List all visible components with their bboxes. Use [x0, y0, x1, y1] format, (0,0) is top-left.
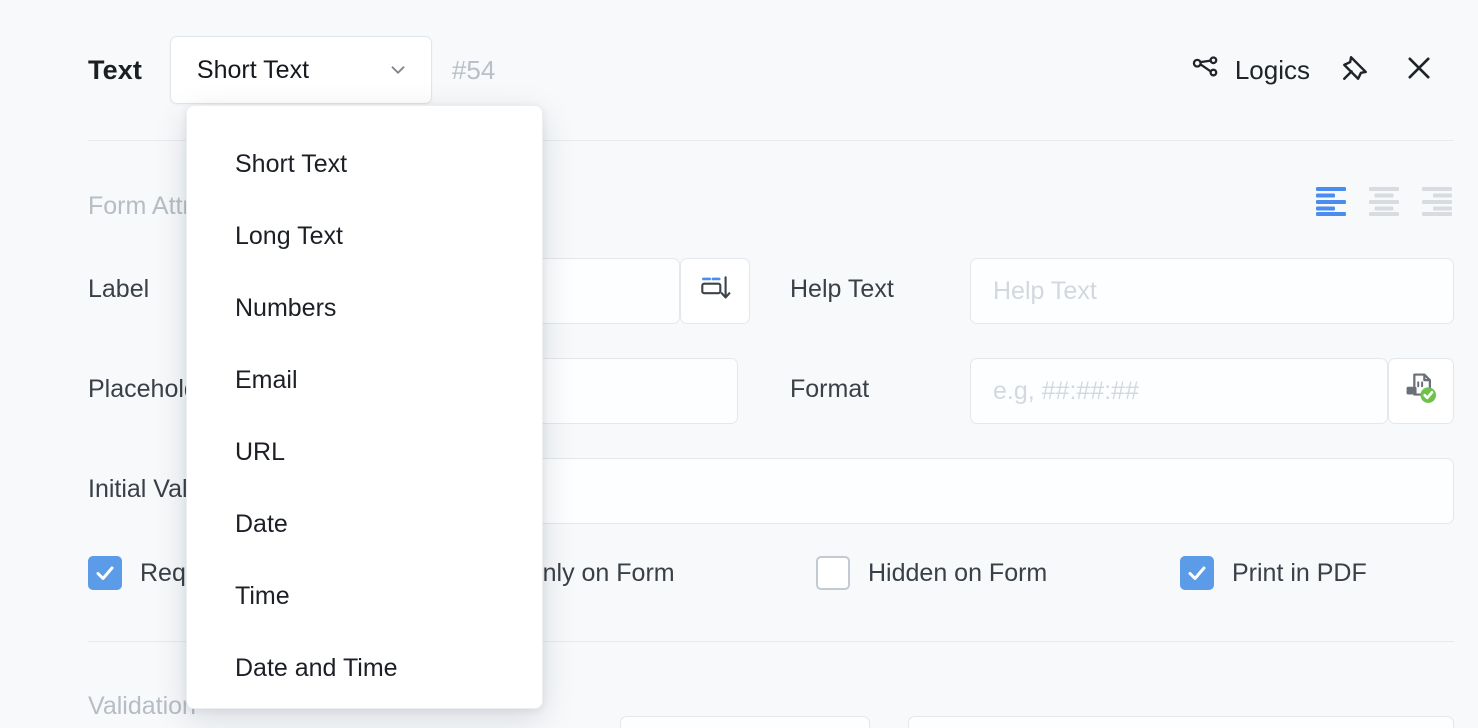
align-center-icon[interactable]: [1368, 186, 1402, 216]
menu-item-long-text[interactable]: Long Text: [187, 200, 542, 272]
validation-title: Validation: [88, 692, 196, 721]
checkbox-hidden-on-form[interactable]: Hidden on Form: [816, 556, 1047, 590]
menu-item-date-and-time[interactable]: Date and Time: [187, 632, 542, 704]
format-input[interactable]: e.g, ##:##:##: [970, 358, 1388, 424]
insert-below-icon: [697, 271, 733, 312]
format-validated-icon: [1401, 369, 1441, 414]
pin-button[interactable]: [1336, 51, 1374, 89]
validation-input-1[interactable]: [620, 716, 870, 728]
checkbox-print-pdf-label: Print in PDF: [1232, 559, 1367, 588]
checkbox-required-box[interactable]: [88, 556, 122, 590]
field-type-menu: Short Text Long Text Numbers Email URL D…: [186, 105, 543, 709]
logics-label: Logics: [1235, 55, 1310, 86]
format-input-placeholder: e.g, ##:##:##: [993, 377, 1139, 406]
align-right-icon[interactable]: [1420, 186, 1454, 216]
checkbox-print-pdf-box[interactable]: [1180, 556, 1214, 590]
close-button[interactable]: [1400, 51, 1438, 89]
chevron-down-icon: [387, 59, 409, 81]
menu-item-url[interactable]: URL: [187, 416, 542, 488]
checkbox-print-in-pdf[interactable]: Print in PDF: [1180, 556, 1367, 590]
validation-input-2[interactable]: [908, 716, 1454, 728]
field-settings-panel: Text Short Text #54 Logics: [0, 0, 1478, 728]
label-field-label: Label: [88, 275, 149, 304]
checkbox-hidden-box[interactable]: [816, 556, 850, 590]
menu-item-numbers[interactable]: Numbers: [187, 272, 542, 344]
format-field-label: Format: [790, 375, 869, 404]
help-text-label: Help Text: [790, 275, 894, 304]
field-id-label: #54: [452, 55, 495, 86]
logics-button[interactable]: Logics: [1189, 52, 1310, 89]
field-type-select[interactable]: Short Text: [170, 36, 432, 104]
header-actions: Logics: [1189, 51, 1438, 89]
field-type-select-value: Short Text: [197, 56, 309, 85]
text-alignment-group: [1316, 186, 1454, 216]
pin-icon: [1338, 51, 1372, 90]
field-kind-title: Text: [88, 55, 142, 86]
menu-item-date[interactable]: Date: [187, 488, 542, 560]
align-left-icon[interactable]: [1316, 186, 1350, 216]
format-validate-button[interactable]: [1388, 358, 1454, 424]
logic-graph-icon: [1189, 52, 1221, 89]
checkbox-hidden-label: Hidden on Form: [868, 559, 1047, 588]
help-text-input[interactable]: Help Text: [970, 258, 1454, 324]
menu-item-time[interactable]: Time: [187, 560, 542, 632]
menu-item-short-text[interactable]: Short Text: [187, 128, 542, 200]
menu-item-email[interactable]: Email: [187, 344, 542, 416]
close-icon: [1402, 51, 1436, 90]
label-insert-button[interactable]: [680, 258, 750, 324]
help-text-placeholder: Help Text: [993, 277, 1097, 306]
